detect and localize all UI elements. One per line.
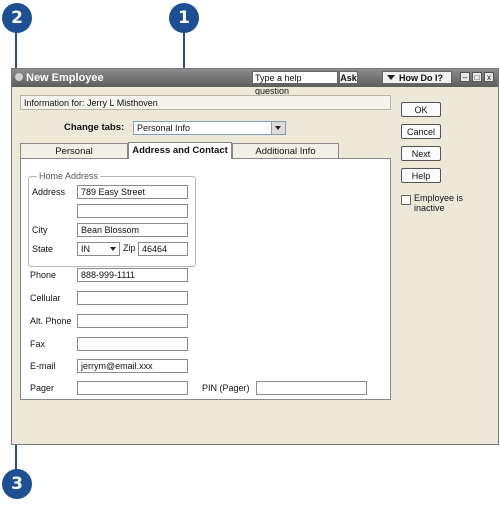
maximize-button[interactable]: □ <box>472 72 482 82</box>
state-label: State <box>32 244 54 254</box>
address-contact-panel: Home Address Address 789 Easy Street Cit… <box>20 158 391 400</box>
change-tabs-dropdown[interactable]: Personal Info <box>133 121 286 135</box>
employee-info-bar: Information for: Jerry L Misthoven <box>20 95 391 110</box>
home-address-legend: Home Address <box>37 171 101 181</box>
city-field[interactable]: Bean Blossom <box>77 223 188 237</box>
pager-label: Pager <box>30 383 55 393</box>
how-do-i-button[interactable]: How Do I? <box>382 71 452 84</box>
cancel-button[interactable]: Cancel <box>401 124 441 139</box>
employee-inactive-checkbox[interactable] <box>401 195 411 205</box>
zip-label: Zip <box>123 243 136 253</box>
callout-2-badge: 2 <box>2 3 32 33</box>
state-value: IN <box>81 244 90 254</box>
callout-3-badge: 3 <box>2 469 32 499</box>
address-line2-field[interactable] <box>77 204 188 218</box>
city-label: City <box>32 225 48 235</box>
cellular-field[interactable] <box>77 291 188 305</box>
tab-address-and-contact[interactable]: Address and Contact <box>128 142 232 159</box>
callout-1-badge: 1 <box>169 3 199 33</box>
ask-button[interactable]: Ask <box>339 71 358 84</box>
employee-inactive-label: Employee is inactive <box>414 193 464 213</box>
close-button[interactable]: x <box>484 72 494 82</box>
phone-field[interactable]: 888-999-1111 <box>77 268 188 282</box>
alt-phone-field[interactable] <box>77 314 188 328</box>
zip-field[interactable]: 46464 <box>138 242 188 256</box>
fax-field[interactable] <box>77 337 188 351</box>
next-button[interactable]: Next <box>401 146 441 161</box>
alt-phone-label: Alt. Phone <box>30 316 72 326</box>
minimize-button[interactable]: – <box>460 72 470 82</box>
fax-label: Fax <box>30 339 46 349</box>
tab-personal[interactable]: Personal <box>20 143 128 159</box>
app-icon <box>15 73 23 81</box>
ok-button[interactable]: OK <box>401 102 441 117</box>
state-dropdown[interactable]: IN <box>77 242 120 256</box>
pin-pager-label: PIN (Pager) <box>202 383 250 393</box>
email-field[interactable]: jerrym@email.xxx <box>77 359 188 373</box>
new-employee-window: New Employee Type a help question Ask Ho… <box>11 68 499 445</box>
address-label: Address <box>32 187 66 197</box>
chevron-down-icon <box>108 244 118 254</box>
how-do-i-label: How Do I? <box>399 73 443 83</box>
change-tabs-label: Change tabs: <box>64 122 125 133</box>
window-title: New Employee <box>26 72 104 84</box>
help-button[interactable]: Help <box>401 168 441 183</box>
tab-additional-info[interactable]: Additional Info <box>232 143 339 159</box>
chevron-down-icon <box>271 122 285 134</box>
pager-field[interactable] <box>77 381 188 395</box>
email-label: E-mail <box>30 361 56 371</box>
phone-label: Phone <box>30 270 57 280</box>
dropdown-arrow-icon <box>387 75 395 80</box>
help-question-input[interactable]: Type a help question <box>252 71 338 96</box>
cellular-label: Cellular <box>30 293 61 303</box>
address-line1-field[interactable]: 789 Easy Street <box>77 185 188 199</box>
title-bar: New Employee Type a help question Ask Ho… <box>12 69 498 96</box>
pin-pager-field[interactable] <box>256 381 367 395</box>
change-tabs-value: Personal Info <box>137 123 191 133</box>
